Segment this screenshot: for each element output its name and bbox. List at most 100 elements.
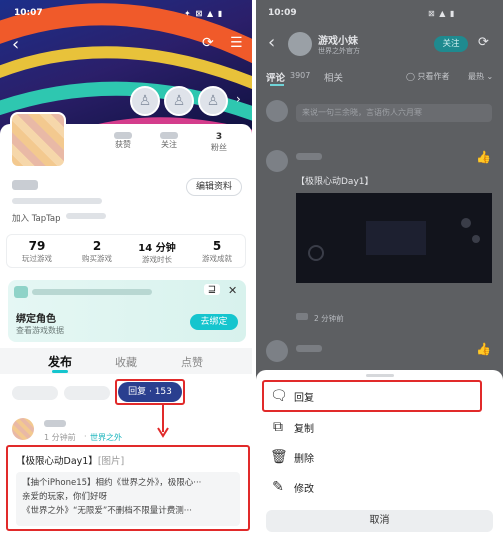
stat-achievements[interactable]: 5 游戏成就 xyxy=(187,239,247,264)
following-count-blurred xyxy=(160,132,178,139)
video-thumbnail[interactable] xyxy=(296,193,492,283)
status-time: 10:07 xyxy=(14,8,43,18)
following-stat[interactable]: 关注 xyxy=(154,132,184,150)
menu-label: 修改 xyxy=(294,484,314,495)
game-name-blurred xyxy=(32,289,152,295)
username-blurred xyxy=(12,180,38,190)
avatar[interactable] xyxy=(10,112,66,168)
status-icons: ⊠ ▲ ▮ xyxy=(428,9,456,18)
close-icon[interactable]: ✕ xyxy=(228,284,237,297)
like-icon[interactable]: 👍 xyxy=(476,342,491,356)
only-author-label: 只看作者 xyxy=(417,72,450,81)
stat-value: 2 xyxy=(92,239,102,253)
tab-favorites[interactable]: 收藏 xyxy=(106,354,146,370)
commenter-name-blurred xyxy=(296,153,322,160)
achievement-badge-icon[interactable]: ♙ xyxy=(198,86,228,116)
stat-value: 79 xyxy=(28,239,46,253)
achievement-badge-icon[interactable]: ♙ xyxy=(130,86,160,116)
comment-avatar[interactable] xyxy=(12,418,34,440)
share-icon[interactable]: ⟳ xyxy=(478,35,489,50)
action-sheet: 🗨 回复 ⧉ 复制 🗑 删除 ✎ 修改 取消 xyxy=(256,370,503,535)
meta-blurred xyxy=(296,313,308,320)
bind-button[interactable]: 去绑定 xyxy=(190,314,238,330)
back-icon[interactable]: ‹ xyxy=(268,32,275,53)
comment-game-link[interactable]: 世界之外 xyxy=(90,432,122,443)
profile-screen: 10:07 ✦ ⊠ ▲ ▮ ‹ ⟳ ☰ ♙ ♙ ♙ › 获赞 关注 3 粉丝 编… xyxy=(0,0,252,535)
status-time: 10:09 xyxy=(268,8,297,18)
stat-played[interactable]: 79 玩过游戏 xyxy=(7,239,67,264)
stat-label: 获赞 xyxy=(115,140,131,149)
likes-count-blurred xyxy=(114,132,132,139)
comment-time: 2 分钟前 xyxy=(314,314,344,323)
filter-chip[interactable] xyxy=(12,386,58,400)
quote-line: 【抽个iPhone15】相约《世界之外》，极限心··· xyxy=(22,478,202,488)
back-icon[interactable]: ‹ xyxy=(12,34,19,55)
comment-input[interactable]: 来说一句三余晓，言语伤人六月寒 xyxy=(296,104,492,122)
menu-icon[interactable]: ☰ xyxy=(230,35,243,51)
tab-related[interactable]: 相关 xyxy=(324,70,343,84)
trash-icon: 🗑 xyxy=(270,449,288,465)
quote-line: 《世界之外》“无限爱”不删档不限量计费测··· xyxy=(22,506,192,516)
comment-content-box[interactable]: 【极限心动Day1】[图片] 【抽个iPhone15】相约《世界之外》，极限心·… xyxy=(6,445,250,531)
video-frame xyxy=(296,193,492,283)
stat-playtime[interactable]: 14 分钟 游戏时长 xyxy=(127,239,187,265)
game-stats-row: 79 玩过游戏 2 购买游戏 14 分钟 游戏时长 5 游戏成就 xyxy=(6,234,246,268)
join-date-text: 加入 TapTap xyxy=(12,214,61,224)
followers-stat[interactable]: 3 粉丝 xyxy=(204,132,234,153)
menu-item-edit[interactable]: ✎ 修改 xyxy=(256,473,503,503)
my-avatar xyxy=(266,100,288,122)
menu-item-copy[interactable]: ⧉ 复制 xyxy=(256,413,503,443)
achievement-badge-icon[interactable]: ♙ xyxy=(164,86,194,116)
filter-chip[interactable] xyxy=(64,386,110,400)
bind-role-card: ⊒ ✕ 绑定角色 查看游戏数据 去绑定 xyxy=(8,280,246,342)
tab-publish[interactable]: 发布 xyxy=(40,353,80,370)
bind-subtitle: 查看游戏数据 xyxy=(16,326,64,335)
content-tabs: 发布 收藏 点赞 xyxy=(0,348,252,374)
edit-profile-button[interactable]: 编辑资料 xyxy=(186,178,242,196)
stat-bought[interactable]: 2 购买游戏 xyxy=(67,239,127,264)
next-commenter-blurred xyxy=(296,345,322,352)
menu-label: 删除 xyxy=(294,454,314,465)
arrow-down-icon xyxy=(157,404,169,438)
highlight-box xyxy=(262,380,482,412)
stat-caption: 玩过游戏 xyxy=(22,254,52,263)
like-icon[interactable]: 👍 xyxy=(476,150,491,164)
chevron-right-icon[interactable]: › xyxy=(236,92,241,106)
stat-caption: 购买游戏 xyxy=(82,254,112,263)
tab-indicator xyxy=(270,84,284,86)
author-name[interactable]: 游戏小妹 xyxy=(318,32,358,47)
status-icons: ✦ ⊠ ▲ ▮ xyxy=(184,9,224,18)
likes-stat[interactable]: 获赞 xyxy=(108,132,138,150)
dot-separator: · xyxy=(84,432,87,441)
stat-value: 14 分钟 xyxy=(138,243,176,254)
commenter-avatar[interactable] xyxy=(266,150,288,172)
stat-caption: 游戏成就 xyxy=(202,254,232,263)
expand-icon[interactable]: ⊒ xyxy=(204,284,220,295)
comment-username-blurred xyxy=(44,420,66,427)
stat-caption: 游戏时长 xyxy=(142,255,172,264)
sheet-handle xyxy=(366,374,394,377)
game-icon xyxy=(14,286,28,298)
cancel-button[interactable]: 取消 xyxy=(266,510,493,532)
image-tag: [图片] xyxy=(97,456,125,467)
only-author-toggle[interactable]: ◯ 只看作者 xyxy=(406,71,450,82)
follow-button[interactable]: 关注 xyxy=(434,36,468,52)
reply-filter-chip[interactable]: 回复 · 153 xyxy=(118,382,182,402)
copy-icon: ⧉ xyxy=(273,419,283,435)
menu-item-delete[interactable]: 🗑 删除 xyxy=(256,443,503,473)
stat-label: 关注 xyxy=(161,140,177,149)
stat-label: 粉丝 xyxy=(211,143,227,152)
join-date-blurred xyxy=(66,213,106,219)
comment-title-text: 【极限心动Day1】 xyxy=(16,456,98,467)
next-commenter-avatar[interactable] xyxy=(266,340,288,362)
author-avatar[interactable] xyxy=(288,32,312,56)
quoted-post[interactable]: 【抽个iPhone15】相约《世界之外》，极限心··· 亲爱的玩家，你们好呀 《… xyxy=(16,472,240,526)
tab-comments[interactable]: 评论 xyxy=(266,70,285,84)
quote-line: 亲爱的玩家，你们好呀 xyxy=(22,492,108,502)
comment-time: 1 分钟前 xyxy=(44,433,76,442)
sort-dropdown[interactable]: 最热 ⌄ xyxy=(468,71,493,82)
share-icon[interactable]: ⟳ xyxy=(202,35,214,51)
sort-label: 最热 xyxy=(468,72,484,81)
tab-likes[interactable]: 点赞 xyxy=(172,354,212,370)
comment-title: 【极限心动Day1】 xyxy=(296,177,374,187)
